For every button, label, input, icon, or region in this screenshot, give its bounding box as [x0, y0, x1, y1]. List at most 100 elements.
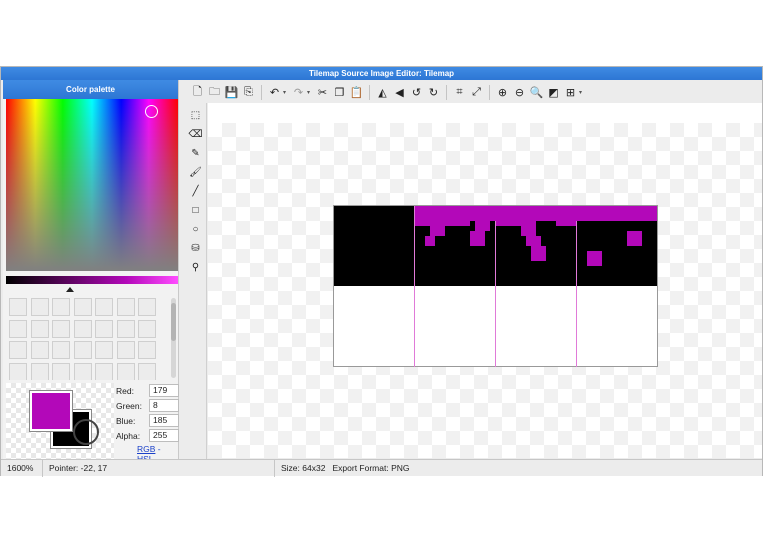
- palette-header: Color palette: [3, 80, 178, 99]
- fill-bucket-icon[interactable]: ⛁: [187, 239, 205, 258]
- main-toolbar: 🗋 🗀 💾 ⎘ ↶ ▾ ↷ ▾ ✂ ❐ 📋 ◭ ◀ ↺ ↻ ⌗ ⤢ ⊕ ⊖ 🔍 …: [185, 81, 762, 103]
- redo-dropdown-icon[interactable]: ▾: [307, 89, 314, 96]
- copy-icon[interactable]: ❐: [331, 83, 348, 101]
- zoom-reset-icon[interactable]: 🔍: [528, 83, 545, 101]
- redo-icon[interactable]: ↷: [290, 83, 307, 101]
- toolbar-separator: [369, 84, 370, 100]
- swatch[interactable]: [52, 298, 70, 316]
- swatch[interactable]: [73, 362, 92, 380]
- toolbar-separator: [489, 84, 490, 100]
- ellipse-icon[interactable]: ○: [187, 220, 205, 239]
- pixel: [531, 246, 546, 261]
- flip-vertical-icon[interactable]: ◀: [391, 83, 408, 101]
- rotate-right-icon[interactable]: ↻: [425, 83, 442, 101]
- mouse-cursor-icon: [73, 419, 99, 445]
- blue-field[interactable]: 185: [149, 414, 179, 427]
- pixel: [475, 221, 490, 231]
- swatch[interactable]: [73, 319, 92, 338]
- swatch[interactable]: [9, 319, 27, 338]
- swatch[interactable]: [138, 362, 156, 380]
- swatch[interactable]: [138, 319, 156, 338]
- rgb-mode-link[interactable]: RGB: [137, 444, 155, 454]
- resize-icon[interactable]: ⤢: [468, 83, 485, 101]
- paste-icon[interactable]: 📋: [348, 83, 365, 101]
- swatch[interactable]: [52, 319, 70, 338]
- swatch[interactable]: [138, 298, 156, 316]
- pixel: [415, 206, 657, 221]
- swatch[interactable]: [95, 298, 113, 316]
- green-field[interactable]: 8: [149, 399, 179, 412]
- rotate-left-icon[interactable]: ↺: [408, 83, 425, 101]
- swatch[interactable]: [116, 362, 135, 380]
- swatch[interactable]: [138, 341, 156, 359]
- swatch[interactable]: [52, 362, 70, 380]
- size-export-format: Size: 64x32 Export Format: PNG: [281, 462, 410, 473]
- blue-row: Blue: 185: [116, 413, 179, 428]
- pixel: [526, 236, 541, 246]
- swatch[interactable]: [116, 298, 135, 316]
- swatch[interactable]: [9, 362, 27, 380]
- swatch[interactable]: [73, 298, 92, 316]
- grid-icon[interactable]: ⊞: [562, 83, 579, 101]
- green-row: Green: 8: [116, 398, 179, 413]
- tilemap-image[interactable]: [333, 205, 658, 367]
- zoom-level: 1600%: [1, 459, 43, 477]
- canvas-margin: [208, 103, 762, 123]
- undo-dropdown-icon[interactable]: ▾: [283, 89, 290, 96]
- rectangle-icon[interactable]: □: [187, 201, 205, 220]
- pixel: [470, 231, 485, 246]
- zoom-in-icon[interactable]: ⊕: [494, 83, 511, 101]
- tile-grid-line: [414, 206, 415, 367]
- eraser-icon[interactable]: ⌫: [187, 125, 205, 144]
- editor-window: Tilemap Source Image Editor: Tilemap Col…: [0, 66, 763, 477]
- pixel: [556, 221, 576, 226]
- swatch[interactable]: [30, 341, 49, 359]
- red-field[interactable]: 179: [149, 384, 179, 397]
- brush-icon[interactable]: 🖌: [187, 163, 205, 182]
- alpha-label: Alpha:: [116, 431, 141, 441]
- swatch[interactable]: [95, 319, 113, 338]
- swatch[interactable]: [52, 341, 70, 359]
- save-icon[interactable]: 💾: [223, 83, 240, 101]
- swatch[interactable]: [30, 319, 49, 338]
- brightness-slider[interactable]: [6, 276, 178, 284]
- swatch[interactable]: [116, 341, 135, 359]
- swatch[interactable]: [95, 341, 113, 359]
- color-picker-handle[interactable]: [145, 105, 158, 118]
- foreground-color-swatch[interactable]: [29, 390, 73, 432]
- swatch[interactable]: [30, 298, 49, 316]
- zoom-out-icon[interactable]: ⊖: [511, 83, 528, 101]
- flip-horizontal-icon[interactable]: ◭: [374, 83, 391, 101]
- undo-icon[interactable]: ↶: [266, 83, 283, 101]
- swatch[interactable]: [73, 341, 92, 359]
- toggle-background-icon[interactable]: ◩: [545, 83, 562, 101]
- select-rect-icon[interactable]: ⬚: [187, 106, 205, 125]
- drawing-tools: ⬚ ⌫ ✎ 🖌 ╱ □ ○ ⛁ ⚲: [185, 103, 207, 459]
- hue-saturation-spectrum[interactable]: [6, 99, 178, 271]
- alpha-field[interactable]: 255: [149, 429, 179, 442]
- toolbar-separator: [446, 84, 447, 100]
- swatch[interactable]: [9, 298, 27, 316]
- line-icon[interactable]: ╱: [187, 182, 205, 201]
- swatch[interactable]: [95, 362, 113, 380]
- eyedropper-icon[interactable]: ⚲: [187, 258, 205, 277]
- pencil-icon[interactable]: ✎: [187, 144, 205, 163]
- swatches-scrollbar[interactable]: [171, 298, 176, 378]
- brightness-slider-marker-icon[interactable]: [66, 287, 74, 292]
- swatch[interactable]: [30, 362, 49, 380]
- mode-separator: -: [155, 444, 161, 454]
- grid-dropdown-icon[interactable]: ▾: [579, 89, 586, 96]
- pixel: [587, 251, 602, 266]
- save-as-icon[interactable]: ⎘: [240, 83, 257, 101]
- red-row: Red: 179: [116, 383, 179, 398]
- blue-label: Blue:: [116, 416, 136, 426]
- swatch[interactable]: [116, 319, 135, 338]
- crop-icon[interactable]: ⌗: [451, 83, 468, 101]
- color-preview: [6, 383, 114, 460]
- red-label: Red:: [116, 386, 134, 396]
- open-folder-icon[interactable]: 🗀: [206, 83, 223, 101]
- new-file-icon[interactable]: 🗋: [189, 83, 206, 101]
- drawing-canvas[interactable]: [208, 123, 762, 458]
- swatch[interactable]: [9, 341, 27, 359]
- cut-icon[interactable]: ✂: [314, 83, 331, 101]
